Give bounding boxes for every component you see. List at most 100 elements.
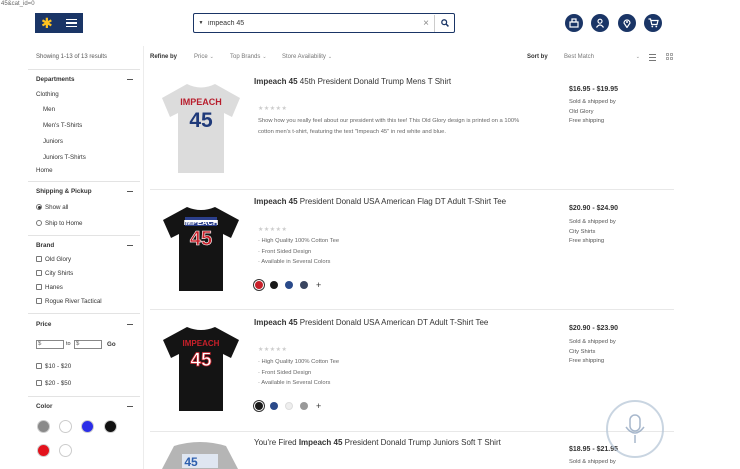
price-10-20-checkbox[interactable] [36, 363, 42, 369]
free-shipping-label: Free shipping [569, 358, 605, 364]
product-color-swatch[interactable] [300, 281, 308, 289]
product-color-swatch[interactable] [285, 402, 293, 410]
bullet-item: · Available in Several Colors [258, 380, 331, 386]
product-color-swatch[interactable] [255, 281, 263, 289]
product-image[interactable]: IMPEACH 45 [161, 324, 241, 414]
price-heading: Price [36, 321, 52, 328]
collapse-departments-icon[interactable] [127, 79, 133, 81]
product-price: $16.95 - $19.95 [569, 86, 619, 93]
color-swatch[interactable] [81, 420, 94, 433]
collapse-color-icon[interactable] [127, 406, 133, 408]
dept-juniors[interactable]: Juniors [43, 138, 63, 145]
bullet-text: Front Sided Design [261, 369, 312, 376]
color-swatch[interactable] [104, 420, 117, 433]
radio-show-all[interactable] [36, 204, 42, 210]
color-swatch[interactable] [59, 444, 72, 457]
brand-city-shirts-checkbox[interactable] [36, 270, 42, 276]
filter-price[interactable]: Price ⌄ [194, 54, 214, 60]
color-swatch[interactable] [37, 444, 50, 457]
product-title-bold: Impeach 45 [254, 318, 298, 327]
product-title-link[interactable]: You're Fired Impeach 45 President Donald… [254, 438, 501, 447]
rating-stars: ★★★★★ [258, 347, 288, 353]
product-color-swatch[interactable] [300, 402, 308, 410]
account-icon[interactable] [591, 14, 609, 32]
seller-link[interactable]: City Shirts [569, 348, 616, 358]
filter-store-availability[interactable]: Store Availability ⌄ [282, 54, 332, 60]
product-price: $20.90 - $24.90 [569, 205, 619, 212]
search-bar: ▼ × [193, 13, 455, 33]
grid-view-icon[interactable] [666, 53, 673, 60]
price-20-50-checkbox[interactable] [36, 380, 42, 386]
bullet-text: High Quality 100% Cotton Tee [261, 359, 340, 365]
bullet-item: · High Quality 100% Cotton Tee [258, 238, 340, 244]
bullet-text: Available in Several Colors [261, 380, 331, 386]
more-colors-icon[interactable]: + [316, 402, 321, 411]
price-section [28, 313, 140, 314]
product-image[interactable]: IMPEACH 45 [161, 204, 241, 294]
dept-juniors-tshirts[interactable]: Juniors T-Shirts [43, 154, 86, 161]
store-locator-icon[interactable] [618, 14, 636, 32]
shirt-print-number: 45 [190, 228, 212, 250]
dept-home[interactable]: Home [36, 167, 53, 174]
more-colors-icon[interactable]: + [316, 281, 321, 290]
product-title-link[interactable]: Impeach 45 President Donald USA American… [254, 318, 488, 327]
radio-ship-to-home[interactable] [36, 220, 42, 226]
brand-rogue-river-label: Rogue River Tactical [45, 298, 102, 305]
sidebar-divider [143, 46, 144, 469]
walmart-logo[interactable]: ✱ [35, 13, 83, 33]
list-view-icon[interactable] [649, 54, 656, 61]
spark-logo-icon: ✱ [41, 15, 53, 31]
shipping-show-all-label: Show all [45, 204, 69, 211]
filter-top-brands[interactable]: Top Brands ⌄ [230, 54, 267, 60]
product-image[interactable]: IMPEACH 45 [160, 81, 242, 176]
departments-section [28, 69, 140, 70]
color-swatch[interactable] [59, 420, 72, 433]
chevron-down-icon: ⌄ [327, 54, 333, 60]
dropdown-caret-icon[interactable]: ▼ [194, 20, 208, 26]
product-title-link[interactable]: Impeach 45 45th President Donald Trump M… [254, 77, 451, 86]
collapse-price-icon[interactable] [127, 324, 133, 326]
dept-men[interactable]: Men [43, 106, 55, 113]
brand-old-glory-checkbox[interactable] [36, 256, 42, 262]
color-swatch[interactable] [37, 420, 50, 433]
seller-link[interactable]: Old Glory [569, 108, 616, 118]
services-icon[interactable] [565, 14, 583, 32]
sort-select[interactable]: Best Match ⌄ [564, 54, 640, 60]
seller-link[interactable]: City Shirts [569, 228, 616, 238]
brand-rogue-river-checkbox[interactable] [36, 298, 42, 304]
clear-icon[interactable]: × [418, 18, 434, 29]
product-color-swatch[interactable] [255, 402, 263, 410]
product-title-bold: Impeach 45 [254, 77, 298, 86]
sold-shipped-label: Sold & shipped by [569, 99, 616, 105]
shirt-print-text: IMPEACH [180, 97, 222, 107]
address-bar-fragment: 45&cat_id=0 [0, 0, 740, 9]
product-image[interactable]: 45 [160, 440, 240, 469]
product-color-swatch[interactable] [285, 281, 293, 289]
refine-by-label: Refine by [150, 54, 178, 60]
rating-stars: ★★★★★ [258, 106, 288, 112]
price-max-input[interactable]: $ [74, 340, 102, 349]
search-icon [440, 19, 449, 27]
results-count: Showing 1-13 of 13 results [36, 54, 108, 60]
sort-by-label: Sort by [527, 54, 548, 60]
brand-heading: Brand [36, 242, 55, 249]
sort-select-value: Best Match [564, 54, 595, 60]
menu-icon[interactable] [66, 18, 77, 28]
search-button[interactable] [434, 14, 454, 32]
dept-clothing[interactable]: Clothing [36, 91, 59, 98]
product-color-swatch[interactable] [270, 402, 278, 410]
rating-stars: ★★★★★ [258, 227, 288, 233]
search-input[interactable] [208, 15, 418, 31]
collapse-brand-icon[interactable] [127, 245, 133, 247]
bullet-item: · Available in Several Colors [258, 259, 331, 265]
dept-mens-tshirts[interactable]: Men's T-Shirts [43, 122, 82, 129]
collapse-shipping-icon[interactable] [127, 191, 133, 193]
product-title-link[interactable]: Impeach 45 President Donald USA American… [254, 197, 506, 206]
bullet-text: Front Sided Design [261, 248, 312, 255]
watermark-logo [606, 400, 664, 458]
brand-hanes-checkbox[interactable] [36, 284, 42, 290]
product-color-swatch[interactable] [270, 281, 278, 289]
price-go-button[interactable]: Go [107, 341, 116, 348]
price-min-input[interactable]: $ [36, 340, 64, 349]
cart-icon[interactable] [644, 14, 662, 32]
